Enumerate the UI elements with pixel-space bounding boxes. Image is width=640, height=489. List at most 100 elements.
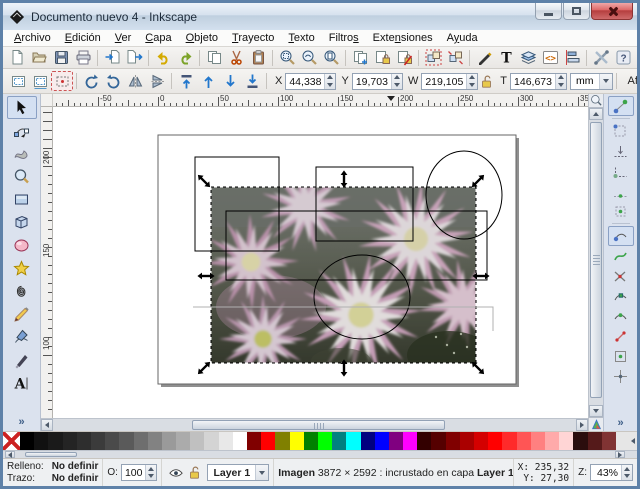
palette-swatch[interactable]	[232, 432, 247, 450]
canvas-drawing[interactable]	[53, 107, 588, 418]
snap-cusp-nodes-button[interactable]	[608, 286, 634, 306]
palette-swatch[interactable]	[417, 432, 432, 450]
palette-swatch[interactable]	[403, 432, 418, 450]
new-document-button[interactable]	[6, 48, 28, 68]
palette-swatch[interactable]	[34, 432, 49, 450]
palette-swatch[interactable]	[587, 432, 602, 450]
snap-bbox-centers-button[interactable]	[608, 201, 634, 221]
tool-ellipse-button[interactable]	[7, 234, 37, 257]
palette-swatch[interactable]	[474, 432, 489, 450]
palette-swatch[interactable]	[573, 432, 588, 450]
palette-swatch[interactable]	[147, 432, 162, 450]
cut-button[interactable]	[225, 48, 247, 68]
palette-swatch[interactable]	[105, 432, 120, 450]
palette-scrollbar[interactable]	[3, 450, 637, 458]
spin-down[interactable]	[392, 81, 402, 89]
tool-tweak-button[interactable]	[7, 142, 37, 165]
palette-swatch[interactable]	[218, 432, 233, 450]
snap-rotation-centers-button[interactable]	[608, 366, 634, 386]
spin-down[interactable]	[325, 81, 335, 89]
palette-scroll-right[interactable]	[615, 451, 625, 458]
palette-swatch[interactable]	[76, 432, 91, 450]
menu-texto[interactable]: Texto	[281, 31, 321, 45]
horizontal-ruler[interactable]: -50 0 50 100 150 200 250 300 350	[53, 94, 588, 107]
close-button[interactable]	[591, 3, 633, 20]
opacity-spinbox[interactable]: 100	[120, 464, 158, 481]
palette-swatch[interactable]	[275, 432, 290, 450]
layers-button[interactable]	[517, 48, 539, 68]
copy-button[interactable]	[203, 48, 225, 68]
toolbox-overflow[interactable]: »	[12, 416, 30, 431]
xml-editor-button[interactable]: <>	[539, 48, 561, 68]
duplicate-button[interactable]	[349, 48, 371, 68]
menu-trayecto[interactable]: Trayecto	[225, 31, 281, 45]
snap-nodes-button[interactable]	[607, 226, 634, 246]
tool-star-button[interactable]	[7, 257, 37, 280]
spin-down[interactable]	[556, 81, 566, 89]
tool-zoom-button[interactable]	[7, 165, 37, 188]
lock-dimensions-toggle[interactable]	[478, 73, 495, 90]
palette-swatch[interactable]	[289, 432, 304, 450]
menu-filtros[interactable]: Filtros	[322, 31, 366, 45]
minimize-button[interactable]	[535, 3, 562, 20]
print-button[interactable]	[72, 48, 94, 68]
menu-ayuda[interactable]: Ayuda	[440, 31, 485, 45]
fill-stroke-indicator[interactable]: Relleno: No definir Trazo: No definir	[3, 459, 104, 486]
snap-paths-button[interactable]	[608, 246, 634, 266]
menu-ver[interactable]: Ver	[108, 31, 139, 45]
palette-swatch[interactable]	[161, 432, 177, 450]
tool-spiral-button[interactable]	[7, 280, 37, 303]
redo-button[interactable]	[174, 48, 196, 68]
palette-swatch[interactable]	[374, 432, 389, 450]
w-coordinate-input[interactable]: 219,105	[421, 72, 479, 90]
spin-up[interactable]	[392, 74, 402, 82]
layer-lock-toggle[interactable]	[185, 464, 204, 481]
input-devices-button[interactable]: ?	[612, 48, 634, 68]
scroll-right-button[interactable]	[576, 419, 588, 431]
tool-calligraphy-button[interactable]	[7, 349, 37, 372]
tool-node-editor-button[interactable]	[7, 119, 37, 142]
tool-pencil-button[interactable]	[7, 303, 37, 326]
open-document-button[interactable]	[28, 48, 50, 68]
snap-midpoints-button[interactable]	[608, 326, 634, 346]
group-button[interactable]	[422, 48, 444, 68]
palette-swatch-none[interactable]	[3, 432, 20, 450]
palette-swatch[interactable]	[530, 432, 545, 450]
enable-snapping-button[interactable]	[607, 96, 634, 116]
palette-swatch[interactable]	[133, 432, 148, 450]
ungroup-button[interactable]	[444, 48, 466, 68]
palette-swatch[interactable]	[176, 432, 191, 450]
paste-button[interactable]	[247, 48, 269, 68]
palette-swatch[interactable]	[502, 432, 517, 450]
lower-to-bottom-button[interactable]	[241, 71, 263, 91]
palette-swatch[interactable]	[332, 432, 347, 450]
x-coordinate-input[interactable]: 44,338	[285, 72, 337, 90]
text-dialog-button[interactable]: T	[495, 48, 517, 68]
create-clone-button[interactable]	[371, 48, 393, 68]
menu-capa[interactable]: Capa	[138, 31, 178, 45]
import-button[interactable]	[101, 48, 123, 68]
snapbar-overflow[interactable]: »	[611, 417, 629, 431]
deselect-button[interactable]	[51, 71, 73, 91]
zoom-drawing-button[interactable]	[298, 48, 320, 68]
palette-swatch[interactable]	[544, 432, 560, 450]
select-all-button[interactable]	[7, 71, 29, 91]
palette-swatch[interactable]	[204, 432, 219, 450]
palette-swatch[interactable]	[360, 432, 375, 450]
scroll-up-button[interactable]	[589, 108, 603, 120]
snap-bbox-edges-button[interactable]	[608, 141, 634, 161]
snap-bbox-corners-button[interactable]	[608, 161, 634, 181]
palette-swatch[interactable]	[346, 432, 361, 450]
menu-objeto[interactable]: Objeto	[179, 31, 225, 45]
opacity-down[interactable]	[146, 473, 156, 481]
palette-swatch[interactable]	[20, 432, 35, 450]
tool-selector-button[interactable]	[6, 96, 37, 119]
unit-dropdown-button[interactable]	[598, 73, 612, 89]
palette-scroll-arrow[interactable]	[631, 438, 635, 444]
fill-stroke-button[interactable]	[473, 48, 495, 68]
horizontal-scroll-thumb[interactable]	[192, 420, 445, 430]
spin-down[interactable]	[467, 81, 477, 89]
snap-path-intersections-button[interactable]	[608, 266, 634, 286]
layer-dropdown-button[interactable]	[255, 465, 269, 480]
palette-swatch[interactable]	[559, 432, 574, 450]
